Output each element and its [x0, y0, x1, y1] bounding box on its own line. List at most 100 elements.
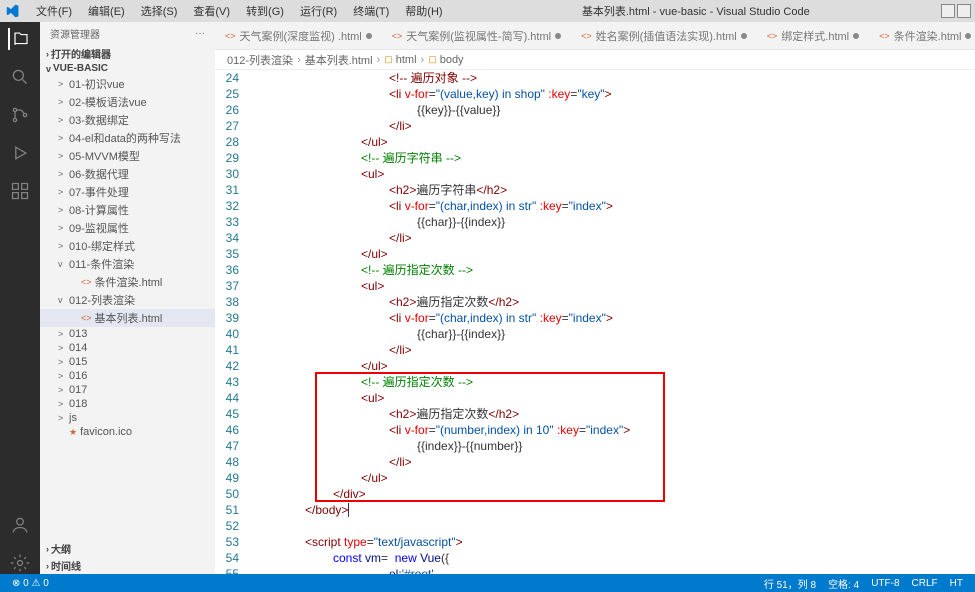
editor-tab[interactable]: <>绑定样式.html: [757, 23, 869, 49]
tree-item[interactable]: v011-条件渲染: [40, 255, 215, 273]
html-icon: <>: [392, 31, 403, 41]
modified-icon: [555, 33, 561, 39]
tree-item[interactable]: ★favicon.ico: [40, 425, 215, 439]
gear-icon[interactable]: [9, 552, 31, 574]
breadcrumb-item[interactable]: ▢html: [384, 54, 416, 66]
tab-label: 天气案例(监视属性-简写).html: [406, 28, 551, 44]
search-icon[interactable]: [9, 66, 31, 88]
account-icon[interactable]: [9, 514, 31, 536]
tree-item-label: 012-列表渲染: [69, 292, 135, 308]
activity-bar: [0, 22, 40, 574]
breadcrumb[interactable]: 012-列表渲染›基本列表.html›▢html›▢body: [215, 50, 975, 70]
window-title: 基本列表.html - vue-basic - Visual Studio Co…: [451, 3, 941, 19]
outline-section[interactable]: ›大纲: [40, 540, 215, 557]
tree-item[interactable]: >018: [40, 397, 215, 411]
tree-item-label: 01-初识vue: [69, 76, 125, 92]
cursor-position[interactable]: 行 51，列 8: [758, 576, 822, 591]
tree-item-label: 基本列表.html: [95, 310, 163, 326]
modified-icon: [741, 33, 747, 39]
menu-item[interactable]: 帮助(H): [397, 4, 450, 20]
breadcrumb-item[interactable]: ▢body: [428, 54, 463, 66]
tree-item[interactable]: <>条件渲染.html: [40, 273, 215, 291]
layout-button[interactable]: [941, 4, 955, 18]
tree-item-label: 03-数据绑定: [69, 112, 129, 128]
modified-icon: [853, 33, 859, 39]
open-editors-label: 打开的编辑器: [51, 46, 111, 61]
tree-item-label: 06-数据代理: [69, 166, 129, 182]
tree-item[interactable]: >014: [40, 341, 215, 355]
file-icon: <>: [81, 313, 92, 323]
menu-item[interactable]: 选择(S): [133, 4, 186, 20]
html-icon: <>: [879, 31, 890, 41]
html-icon: <>: [225, 31, 236, 41]
layout-button-2[interactable]: [957, 4, 971, 18]
source-control-icon[interactable]: [9, 104, 31, 126]
tree-item-label: 015: [69, 356, 87, 368]
tree-item[interactable]: >016: [40, 369, 215, 383]
tree-item[interactable]: >02-模板语法vue: [40, 93, 215, 111]
tab-label: 绑定样式.html: [781, 28, 849, 44]
menu-item[interactable]: 编辑(E): [80, 4, 133, 20]
tree-item[interactable]: >08-计算属性: [40, 201, 215, 219]
line-gutter: 2425262728293031323334353637383940414243…: [215, 70, 249, 574]
tree-item[interactable]: >05-MVVM模型: [40, 147, 215, 165]
tree-item-label: 018: [69, 398, 87, 410]
menu-item[interactable]: 转到(G): [238, 4, 292, 20]
file-tree: >01-初识vue>02-模板语法vue>03-数据绑定>04-el和data的…: [40, 75, 215, 540]
editor-tab[interactable]: <>天气案例(监视属性-简写).html: [382, 23, 571, 49]
tree-item[interactable]: >03-数据绑定: [40, 111, 215, 129]
tree-item-label: 016: [69, 370, 87, 382]
tree-item-label: 08-计算属性: [69, 202, 129, 218]
tree-item-label: 04-el和data的两种写法: [69, 130, 181, 146]
menu-item[interactable]: 文件(F): [28, 4, 80, 20]
indent-status[interactable]: 空格: 4: [822, 576, 865, 591]
editor-tab[interactable]: <>姓名案例(插值语法实现).html: [571, 23, 757, 49]
code-content[interactable]: <!-- 遍历对象 --><li v-for="(value,key) in s…: [249, 70, 975, 574]
breadcrumb-item[interactable]: 012-列表渲染: [227, 52, 293, 68]
tree-item[interactable]: >09-监视属性: [40, 219, 215, 237]
more-icon[interactable]: ···: [195, 28, 205, 39]
tree-item[interactable]: v012-列表渲染: [40, 291, 215, 309]
tree-item-label: 07-事件处理: [69, 184, 129, 200]
tree-item-label: 02-模板语法vue: [69, 94, 147, 110]
tree-item-label: 05-MVVM模型: [69, 148, 140, 164]
explorer-icon[interactable]: [8, 28, 30, 50]
encoding-status[interactable]: UTF-8: [865, 578, 905, 589]
tab-label: 天气案例(深度监视) .html: [240, 28, 362, 44]
editor-tab[interactable]: <> 条件渲染.html: [869, 23, 975, 49]
open-editors-section[interactable]: ›打开的编辑器: [40, 45, 215, 62]
tab-label: 条件渲染.html: [894, 28, 962, 44]
tree-item[interactable]: >06-数据代理: [40, 165, 215, 183]
language-status[interactable]: HT: [944, 578, 969, 589]
menu-item[interactable]: 运行(R): [292, 4, 345, 20]
menu-item[interactable]: 终端(T): [345, 4, 397, 20]
sidebar-title: 资源管理器: [50, 26, 100, 41]
tree-item-label: 011-条件渲染: [69, 256, 134, 272]
tree-item-label: js: [69, 412, 77, 424]
tree-item[interactable]: >015: [40, 355, 215, 369]
tree-item[interactable]: >017: [40, 383, 215, 397]
tree-item[interactable]: >013: [40, 327, 215, 341]
sidebar: 资源管理器 ··· ›打开的编辑器 vVUE-BASIC >01-初识vue>0…: [40, 22, 215, 574]
editor-tab[interactable]: <> 天气案例(深度监视) .html: [215, 23, 382, 49]
tree-item[interactable]: >07-事件处理: [40, 183, 215, 201]
menu-item[interactable]: 查看(V): [185, 4, 238, 20]
file-icon: ★: [69, 427, 77, 438]
tree-item[interactable]: >04-el和data的两种写法: [40, 129, 215, 147]
breadcrumb-item[interactable]: 基本列表.html: [305, 52, 373, 68]
eol-status[interactable]: CRLF: [906, 578, 944, 589]
extensions-icon[interactable]: [9, 180, 31, 202]
problems-status[interactable]: ⊗ 0 ⚠ 0: [6, 578, 55, 589]
html-icon: <>: [767, 31, 778, 41]
tree-item[interactable]: >01-初识vue: [40, 75, 215, 93]
code-area[interactable]: 2425262728293031323334353637383940414243…: [215, 70, 975, 574]
tree-item[interactable]: >010-绑定样式: [40, 237, 215, 255]
timeline-section[interactable]: ›时间线: [40, 557, 215, 574]
tree-item[interactable]: <>基本列表.html: [40, 309, 215, 327]
tree-item[interactable]: >js: [40, 411, 215, 425]
tree-item-label: 014: [69, 342, 87, 354]
html-icon: <>: [581, 31, 592, 41]
project-section[interactable]: vVUE-BASIC: [40, 62, 215, 75]
editor: <>天气案例(深度监视) .html<>天气案例(监视属性-简写).html<>…: [215, 22, 975, 574]
debug-icon[interactable]: [9, 142, 31, 164]
